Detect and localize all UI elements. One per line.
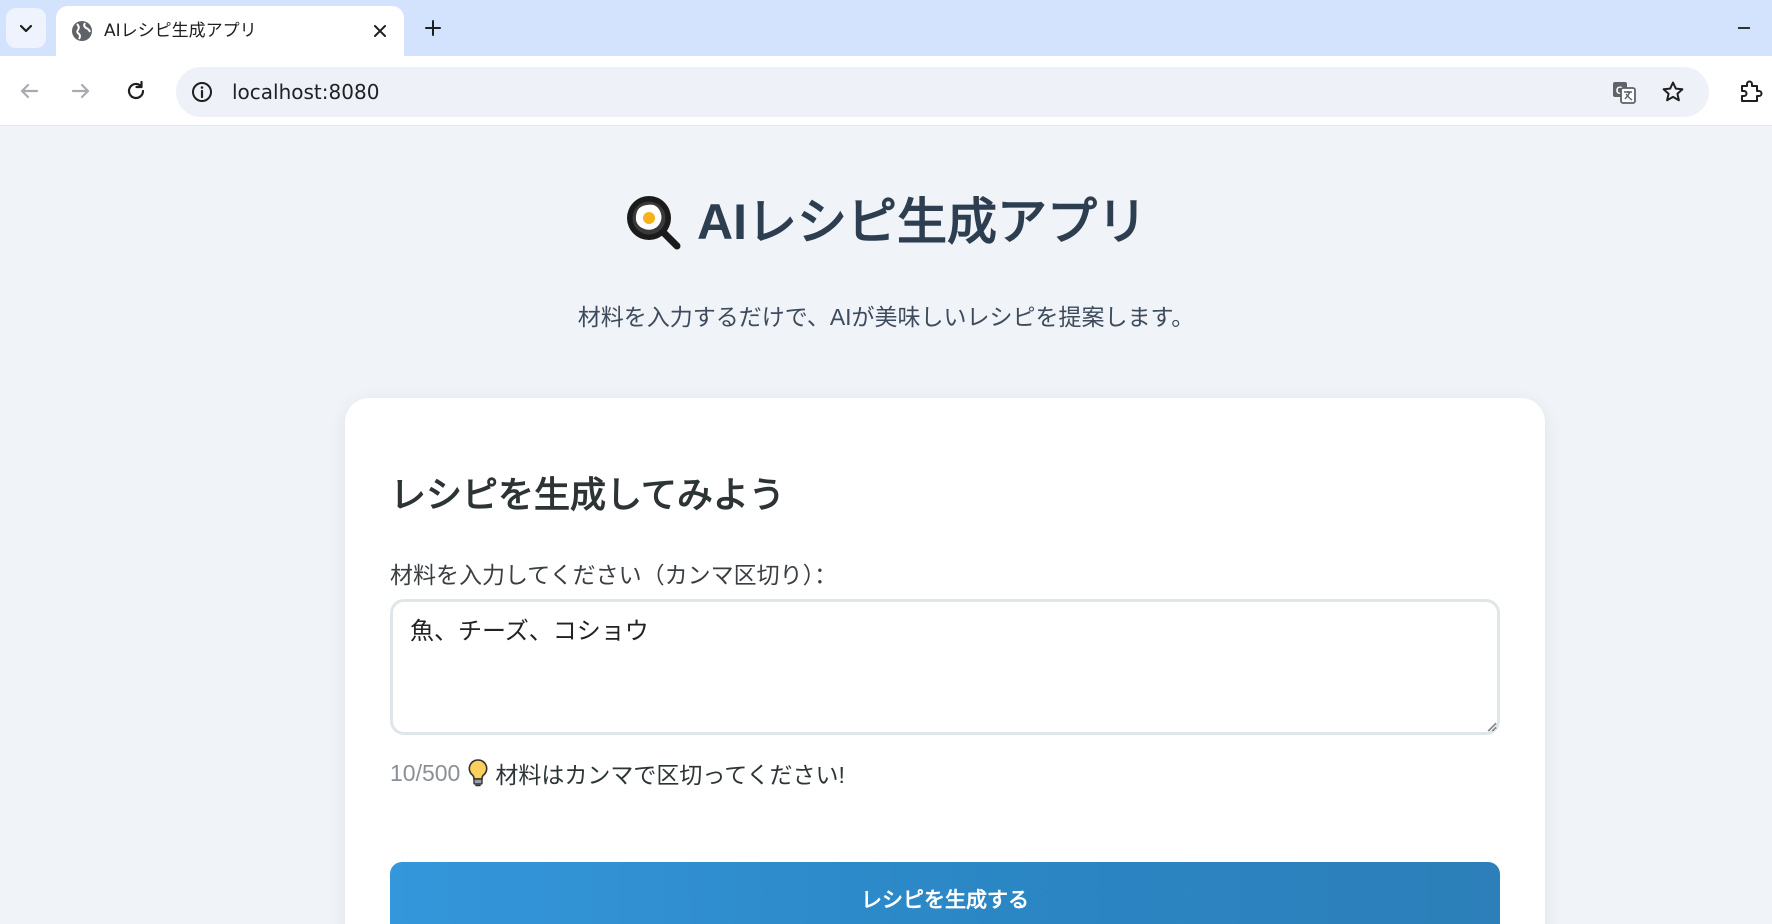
back-button[interactable] xyxy=(11,73,47,109)
tab-close-button[interactable] xyxy=(366,17,394,45)
light-bulb-icon xyxy=(468,759,488,787)
minimize-icon xyxy=(1738,27,1750,29)
forward-button[interactable] xyxy=(63,73,99,109)
generate-recipe-button[interactable]: レシピを生成する xyxy=(390,862,1500,924)
bookmark-star-button[interactable] xyxy=(1658,77,1688,107)
ingredients-label: 材料を入力してください（カンマ区切り）： xyxy=(390,562,838,588)
page-title: AIレシピ生成アプリ xyxy=(697,194,1147,250)
reload-icon xyxy=(127,80,145,100)
page-content: AIレシピ生成アプリ 材料を入力するだけで、AIが美味しいレシピを提案します。 … xyxy=(0,127,1772,924)
frying-pan-egg-icon xyxy=(627,195,681,250)
extensions-button[interactable] xyxy=(1734,73,1768,109)
tab-search-button[interactable] xyxy=(6,8,46,48)
chevron-down-icon xyxy=(19,24,33,33)
site-info-button[interactable] xyxy=(188,78,216,106)
browser-toolbar: localhost:8080 G xyxy=(0,56,1772,126)
page-title-row: AIレシピ生成アプリ xyxy=(0,192,1772,254)
arrow-left-icon xyxy=(20,83,39,99)
form-heading: レシピを生成してみよう xyxy=(390,474,785,515)
input-hint-text: 材料はカンマで区切ってください! xyxy=(495,762,845,788)
translate-button[interactable]: G xyxy=(1609,77,1639,107)
url-text[interactable]: localhost:8080 xyxy=(232,80,379,104)
tab-title: AIレシピ生成アプリ xyxy=(104,21,257,41)
ingredients-input[interactable]: 魚、チーズ、コショウ xyxy=(390,599,1500,735)
page-subtitle: 材料を入力するだけで、AIが美味しいレシピを提案します。 xyxy=(577,304,1195,330)
browser-tab-strip: AIレシピ生成アプリ xyxy=(0,0,1772,56)
reload-button[interactable] xyxy=(118,73,154,109)
new-tab-button[interactable] xyxy=(417,12,449,44)
star-icon xyxy=(1662,81,1684,102)
address-bar[interactable]: localhost:8080 G xyxy=(176,67,1709,117)
input-hint-row: 10/500 材料はカンマで区切ってください! xyxy=(390,756,845,790)
puzzle-icon xyxy=(1741,80,1763,102)
char-counter: 10/500 xyxy=(390,759,461,786)
arrow-right-icon xyxy=(71,83,90,99)
recipe-form-card: レシピを生成してみよう 材料を入力してください（カンマ区切り）： 魚、チーズ、コ… xyxy=(345,398,1545,924)
translate-icon: G xyxy=(1613,82,1636,104)
window-minimize-button[interactable] xyxy=(1728,12,1760,44)
resize-grip-icon[interactable] xyxy=(1485,720,1497,732)
globe-icon xyxy=(72,21,92,41)
plus-icon xyxy=(425,20,441,36)
info-icon xyxy=(192,82,212,102)
close-icon xyxy=(374,25,386,37)
browser-tab-active[interactable]: AIレシピ生成アプリ xyxy=(56,6,404,56)
